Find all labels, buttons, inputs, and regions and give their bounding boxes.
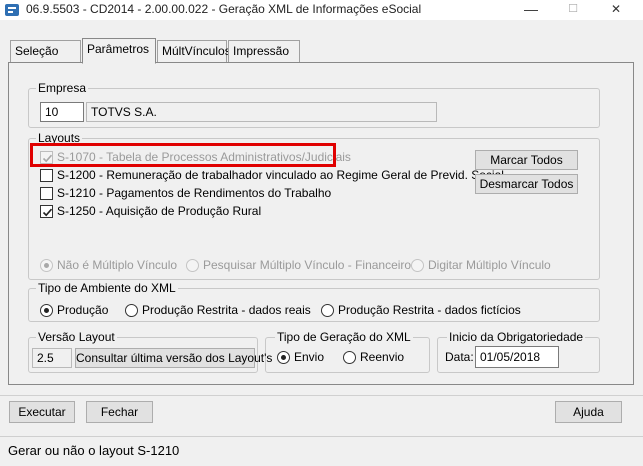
tab-multvinculos[interactable]: MúltVínculos <box>157 40 231 62</box>
radio-envio-label: Envio <box>294 350 325 364</box>
ambiente-legend: Tipo de Ambiente do XML <box>36 281 178 295</box>
radio-reenvio-label: Reenvio <box>360 350 405 364</box>
checkbox-unchecked-icon <box>40 168 53 182</box>
radio-unselected-icon <box>343 350 356 364</box>
radio-selected-icon <box>40 258 53 272</box>
checkbox-unchecked-icon <box>40 186 53 200</box>
radio-digitar-multiplo-vinculo[interactable]: Digitar Múltiplo Vínculo <box>411 258 551 272</box>
radio-unselected-icon <box>321 303 334 317</box>
maximize-icon[interactable]: ☐ <box>553 0 593 20</box>
empresa-legend: Empresa <box>36 81 89 95</box>
tab-parametros[interactable]: Parâmetros <box>82 38 156 64</box>
radio-producao-restrita-reais[interactable]: Produção Restrita - dados reais <box>125 303 311 317</box>
layout-s1250-checkbox[interactable]: S-1250 - Aquisição de Produção Rural <box>40 204 261 218</box>
tab-selecao[interactable]: Seleção <box>10 40 81 62</box>
empresa-name-field: TOTVS S.A. <box>86 102 437 122</box>
minimize-icon[interactable]: — <box>511 0 551 20</box>
app-icon <box>5 3 19 17</box>
radio-selected-icon <box>40 303 53 317</box>
layout-s1250-label: S-1250 - Aquisição de Produção Rural <box>57 204 262 218</box>
radio-pesquisar-label: Pesquisar Múltiplo Vínculo - Financeiro <box>203 258 412 272</box>
title-bar: 06.9.5503 - CD2014 - 2.00.00.022 - Geraç… <box>0 0 643 20</box>
window-title: 06.9.5503 - CD2014 - 2.00.00.022 - Geraç… <box>26 2 422 16</box>
radio-digitar-label: Digitar Múltiplo Vínculo <box>428 258 551 272</box>
obrigatoriedade-legend: Inicio da Obrigatoriedade <box>447 330 586 344</box>
versao-legend: Versão Layout <box>36 330 117 344</box>
layout-s1210-checkbox[interactable]: S-1210 - Pagamentos de Rendimentos do Tr… <box>40 186 331 200</box>
close-icon[interactable]: ✕ <box>596 0 636 20</box>
radio-unselected-icon <box>125 303 138 317</box>
data-field[interactable]: 01/05/2018 <box>475 346 559 368</box>
radio-producao-restrita-ficticios-label: Produção Restrita - dados fictícios <box>338 303 521 317</box>
layout-s1200-checkbox[interactable]: S-1200 - Remuneração de trabalhador vinc… <box>40 168 504 182</box>
geracao-legend: Tipo de Geração do XML <box>275 330 413 344</box>
empresa-code-field[interactable]: 10 <box>40 102 84 122</box>
ajuda-button[interactable]: Ajuda <box>555 401 622 423</box>
consultar-versao-button[interactable]: Consultar última versão dos Layout's <box>75 348 272 368</box>
desmarcar-todos-button[interactable]: Desmarcar Todos <box>475 174 578 194</box>
radio-pesquisar-multiplo-vinculo[interactable]: Pesquisar Múltiplo Vínculo - Financeiro <box>186 258 411 272</box>
layout-s1210-label: S-1210 - Pagamentos de Rendimentos do Tr… <box>57 186 332 200</box>
fechar-button[interactable]: Fechar <box>86 401 153 423</box>
radio-nao-multiplo-label: Não é Múltiplo Vínculo <box>57 258 178 272</box>
radio-nao-multiplo-vinculo[interactable]: Não é Múltiplo Vínculo <box>40 258 177 272</box>
radio-unselected-icon <box>186 258 199 272</box>
marcar-todos-button[interactable]: Marcar Todos <box>475 150 578 170</box>
highlight-box <box>30 143 336 167</box>
executar-button[interactable]: Executar <box>9 401 75 423</box>
radio-producao-label: Produção <box>57 303 109 317</box>
radio-reenvio[interactable]: Reenvio <box>343 350 404 364</box>
radio-producao-restrita-reais-label: Produção Restrita - dados reais <box>142 303 311 317</box>
data-label: Data: <box>445 350 474 364</box>
status-bar: Gerar ou não o layout S-1210 <box>0 436 643 466</box>
layout-s1200-label: S-1200 - Remuneração de trabalhador vinc… <box>57 168 504 182</box>
radio-producao-restrita-ficticios[interactable]: Produção Restrita - dados fictícios <box>321 303 521 317</box>
radio-envio[interactable]: Envio <box>277 350 324 364</box>
radio-selected-icon <box>277 350 290 364</box>
radio-unselected-icon <box>411 258 424 272</box>
tab-impressao[interactable]: Impressão <box>228 40 300 62</box>
radio-producao[interactable]: Produção <box>40 303 108 317</box>
versao-field: 2.5 <box>32 348 72 368</box>
checkbox-checked-icon <box>40 204 53 218</box>
